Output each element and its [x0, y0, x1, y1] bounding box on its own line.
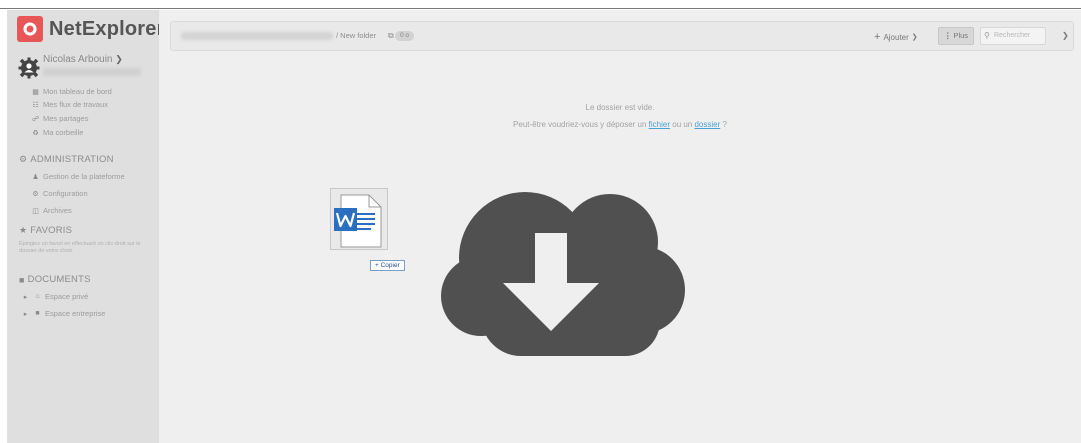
create-folder-link[interactable]: dossier	[694, 120, 720, 129]
sidebar-item-workflows[interactable]: ☷ Mes flux de travaux	[31, 100, 108, 109]
word-file-icon	[334, 194, 382, 248]
dashboard-icon: ▦	[32, 88, 39, 96]
app-logo[interactable]: NetExplorer	[17, 16, 165, 42]
gear-icon: ⚙	[32, 190, 39, 198]
section-administration[interactable]: ⚙ ADMINISTRATION	[19, 154, 114, 165]
caret-right-icon: ▸	[23, 293, 28, 301]
add-button[interactable]: + Ajouter ❯	[874, 31, 918, 43]
chevron-down-icon: ❯	[115, 54, 123, 64]
copy-icon[interactable]: ⧉	[388, 31, 394, 41]
sidebar-item-private-space[interactable]: ▸ ⌂ Espace privé	[21, 292, 89, 301]
sidebar-item-platform[interactable]: ♟ Gestion de la plateforme	[31, 172, 124, 181]
trash-icon: ♻	[32, 129, 39, 137]
sidebar-item-trash[interactable]: ♻ Ma corbeille	[31, 128, 83, 137]
sidebar-item-configuration[interactable]: ⚙ Configuration	[31, 189, 87, 198]
sidebar-item-shares[interactable]: ☍ Mes partages	[31, 114, 89, 123]
netexplorer-logo-icon	[17, 16, 43, 42]
user-icon: ♟	[32, 173, 39, 181]
archive-icon: ◫	[32, 207, 39, 215]
share-icon: ☍	[31, 115, 40, 123]
star-icon: ★	[19, 225, 28, 235]
sidebar-item-company-space[interactable]: ▸ ■ Espace entreprise	[21, 309, 106, 318]
dragged-file[interactable]	[330, 188, 388, 250]
app-name: NetExplorer	[49, 17, 165, 40]
upload-file-link[interactable]: fichier	[649, 120, 670, 129]
more-vertical-icon: ⋮	[943, 31, 952, 40]
sidebar-item-dashboard[interactable]: ▦ Mon tableau de bord	[31, 87, 112, 96]
chevron-down-icon[interactable]: ❯	[1062, 31, 1069, 40]
section-documents[interactable]: ■ DOCUMENTS	[19, 274, 91, 285]
user-name[interactable]: Nicolas Arbouin ❯	[43, 54, 123, 65]
toolbar: / New folder ⧉ 0 o + Ajouter ❯ ⋮ Plus ⚲ R…	[170, 21, 1074, 51]
folder-icon: ■	[35, 310, 40, 317]
window-top-border	[0, 0, 1081, 9]
breadcrumb-blurred[interactable]	[181, 32, 333, 40]
user-email-blurred	[43, 68, 141, 76]
favoris-hint: Épinglez un favori en effectuant un clic…	[19, 241, 141, 254]
copy-drag-tooltip: + Copier	[370, 260, 405, 271]
folder-size-badge: 0 o	[395, 31, 415, 41]
search-icon: ⚲	[984, 31, 990, 40]
search-input[interactable]: ⚲ Rechercher	[980, 27, 1046, 45]
folder-icon: ■	[19, 274, 25, 285]
user-gear-icon	[18, 57, 40, 79]
caret-right-icon: ▸	[23, 310, 28, 318]
section-favoris[interactable]: ★ FAVORIS	[19, 225, 72, 236]
sidebar-item-archives[interactable]: ◫ Archives	[31, 206, 72, 215]
plus-icon: +	[874, 31, 881, 43]
chevron-down-icon: ❯	[911, 34, 918, 41]
cloud-download-icon	[441, 192, 685, 356]
gear-icon: ⚙	[19, 154, 28, 164]
upload-suggestion: Peut-être voudriez-vous y déposer un fic…	[513, 120, 727, 129]
home-icon: ⌂	[35, 293, 40, 300]
empty-folder-message: Le dossier est vide.	[585, 103, 655, 112]
workflow-icon: ☷	[32, 101, 39, 109]
breadcrumb-current[interactable]: / New folder	[336, 31, 376, 40]
more-button[interactable]: ⋮ Plus	[938, 27, 974, 45]
